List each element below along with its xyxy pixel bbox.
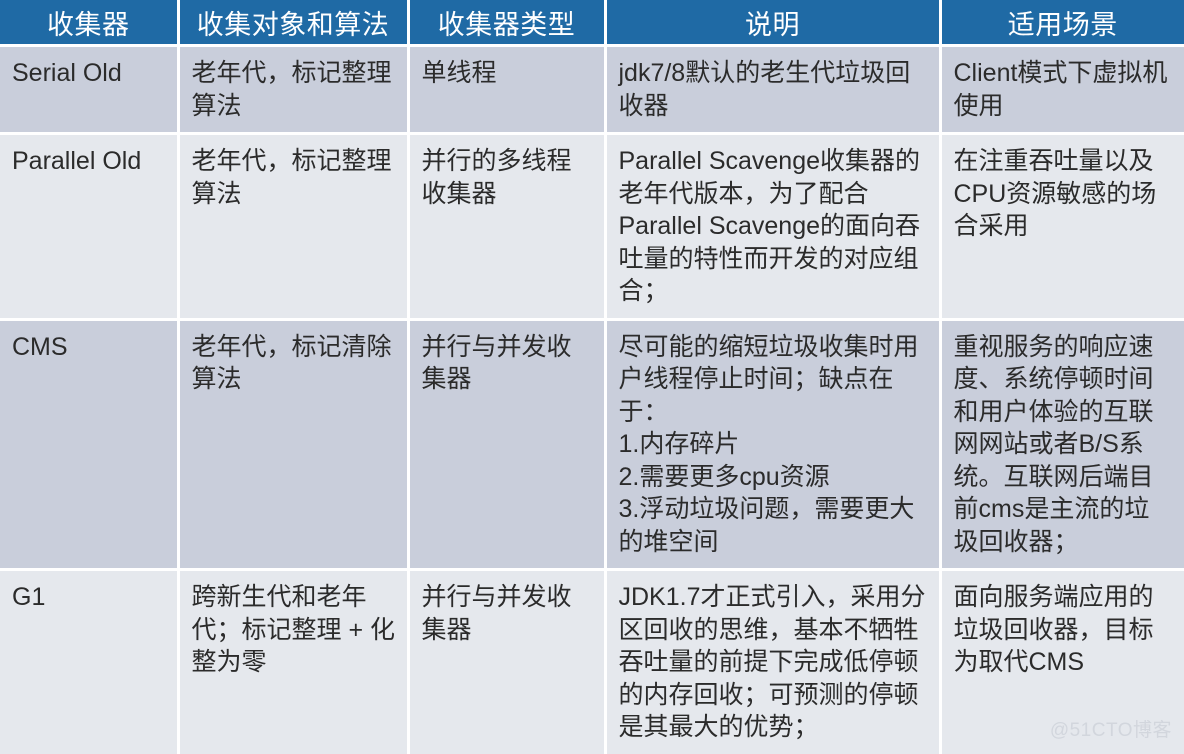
cell-text: 并行的多线程收集器 (422, 145, 594, 210)
cell-target-algo: 老年代，标记整理算法 (178, 46, 408, 134)
cell-text: 在注重吞吐量以及CPU资源敏感的场合采用 (954, 145, 1175, 243)
header-row: 收集器 收集对象和算法 收集器类型 说明 适用场景 (0, 0, 1184, 46)
cell-text: Parallel Scavenge收集器的老年代版本，为了配合Parallel … (619, 145, 929, 308)
cell-text: G1 (12, 581, 167, 614)
column-header-collector: 收集器 (0, 0, 178, 46)
gc-collector-comparison-table: 收集器 收集对象和算法 收集器类型 说明 适用场景 Serial Old 老年代… (0, 0, 1184, 754)
cell-scenario: 重视服务的响应速度、系统停顿时间和用户体验的互联网网站或者B/S系统。互联网后端… (940, 319, 1184, 570)
cell-text: Parallel Old (12, 145, 167, 178)
table-row: Parallel Old 老年代，标记整理算法 并行的多线程收集器 Parall… (0, 134, 1184, 320)
cell-text: jdk7/8默认的老生代垃圾回收器 (619, 57, 929, 122)
cell-text: 重视服务的响应速度、系统停顿时间和用户体验的互联网网站或者B/S系统。互联网后端… (954, 331, 1175, 559)
cell-collector: G1 (0, 570, 178, 754)
column-header-description: 说明 (605, 0, 940, 46)
cell-collector: CMS (0, 319, 178, 570)
cell-type: 并行与并发收集器 (408, 319, 605, 570)
cell-scenario: Client模式下虚拟机使用 (940, 46, 1184, 134)
cell-text: 并行与并发收集器 (422, 581, 594, 646)
cell-collector: Serial Old (0, 46, 178, 134)
table-row: CMS 老年代，标记清除算法 并行与并发收集器 尽可能的缩短垃圾收集时用户线程停… (0, 319, 1184, 570)
cell-text: CMS (12, 331, 167, 364)
cell-text: Serial Old (12, 57, 167, 90)
cell-type: 并行的多线程收集器 (408, 134, 605, 320)
cell-text: 老年代，标记清除算法 (192, 331, 397, 396)
cell-text: Client模式下虚拟机使用 (954, 57, 1175, 122)
cell-text: 跨新生代和老年代；标记整理 + 化整为零 (192, 581, 397, 679)
cell-text: JDK1.7才正式引入，采用分区回收的思维，基本不牺牲吞吐量的前提下完成低停顿的… (619, 581, 929, 744)
cell-target-algo: 老年代，标记清除算法 (178, 319, 408, 570)
cell-target-algo: 老年代，标记整理算法 (178, 134, 408, 320)
cell-description: JDK1.7才正式引入，采用分区回收的思维，基本不牺牲吞吐量的前提下完成低停顿的… (605, 570, 940, 754)
cell-scenario: 在注重吞吐量以及CPU资源敏感的场合采用 (940, 134, 1184, 320)
table-header: 收集器 收集对象和算法 收集器类型 说明 适用场景 (0, 0, 1184, 46)
cell-text: 单线程 (422, 57, 594, 90)
cell-description: Parallel Scavenge收集器的老年代版本，为了配合Parallel … (605, 134, 940, 320)
cell-type: 并行与并发收集器 (408, 570, 605, 754)
column-header-type: 收集器类型 (408, 0, 605, 46)
cell-collector: Parallel Old (0, 134, 178, 320)
cell-description: 尽可能的缩短垃圾收集时用户线程停止时间；缺点在于： 1.内存碎片 2.需要更多c… (605, 319, 940, 570)
column-header-target-algo: 收集对象和算法 (178, 0, 408, 46)
table-row: Serial Old 老年代，标记整理算法 单线程 jdk7/8默认的老生代垃圾… (0, 46, 1184, 134)
cell-scenario: 面向服务端应用的垃圾回收器，目标为取代CMS (940, 570, 1184, 754)
cell-description: jdk7/8默认的老生代垃圾回收器 (605, 46, 940, 134)
cell-target-algo: 跨新生代和老年代；标记整理 + 化整为零 (178, 570, 408, 754)
table-row: G1 跨新生代和老年代；标记整理 + 化整为零 并行与并发收集器 JDK1.7才… (0, 570, 1184, 754)
cell-type: 单线程 (408, 46, 605, 134)
cell-text: 尽可能的缩短垃圾收集时用户线程停止时间；缺点在于： 1.内存碎片 2.需要更多c… (619, 331, 929, 559)
column-header-scenario: 适用场景 (940, 0, 1184, 46)
table-body: Serial Old 老年代，标记整理算法 单线程 jdk7/8默认的老生代垃圾… (0, 46, 1184, 754)
cell-text: 面向服务端应用的垃圾回收器，目标为取代CMS (954, 581, 1175, 679)
cell-text: 老年代，标记整理算法 (192, 57, 397, 122)
cell-text: 老年代，标记整理算法 (192, 145, 397, 210)
cell-text: 并行与并发收集器 (422, 331, 594, 396)
